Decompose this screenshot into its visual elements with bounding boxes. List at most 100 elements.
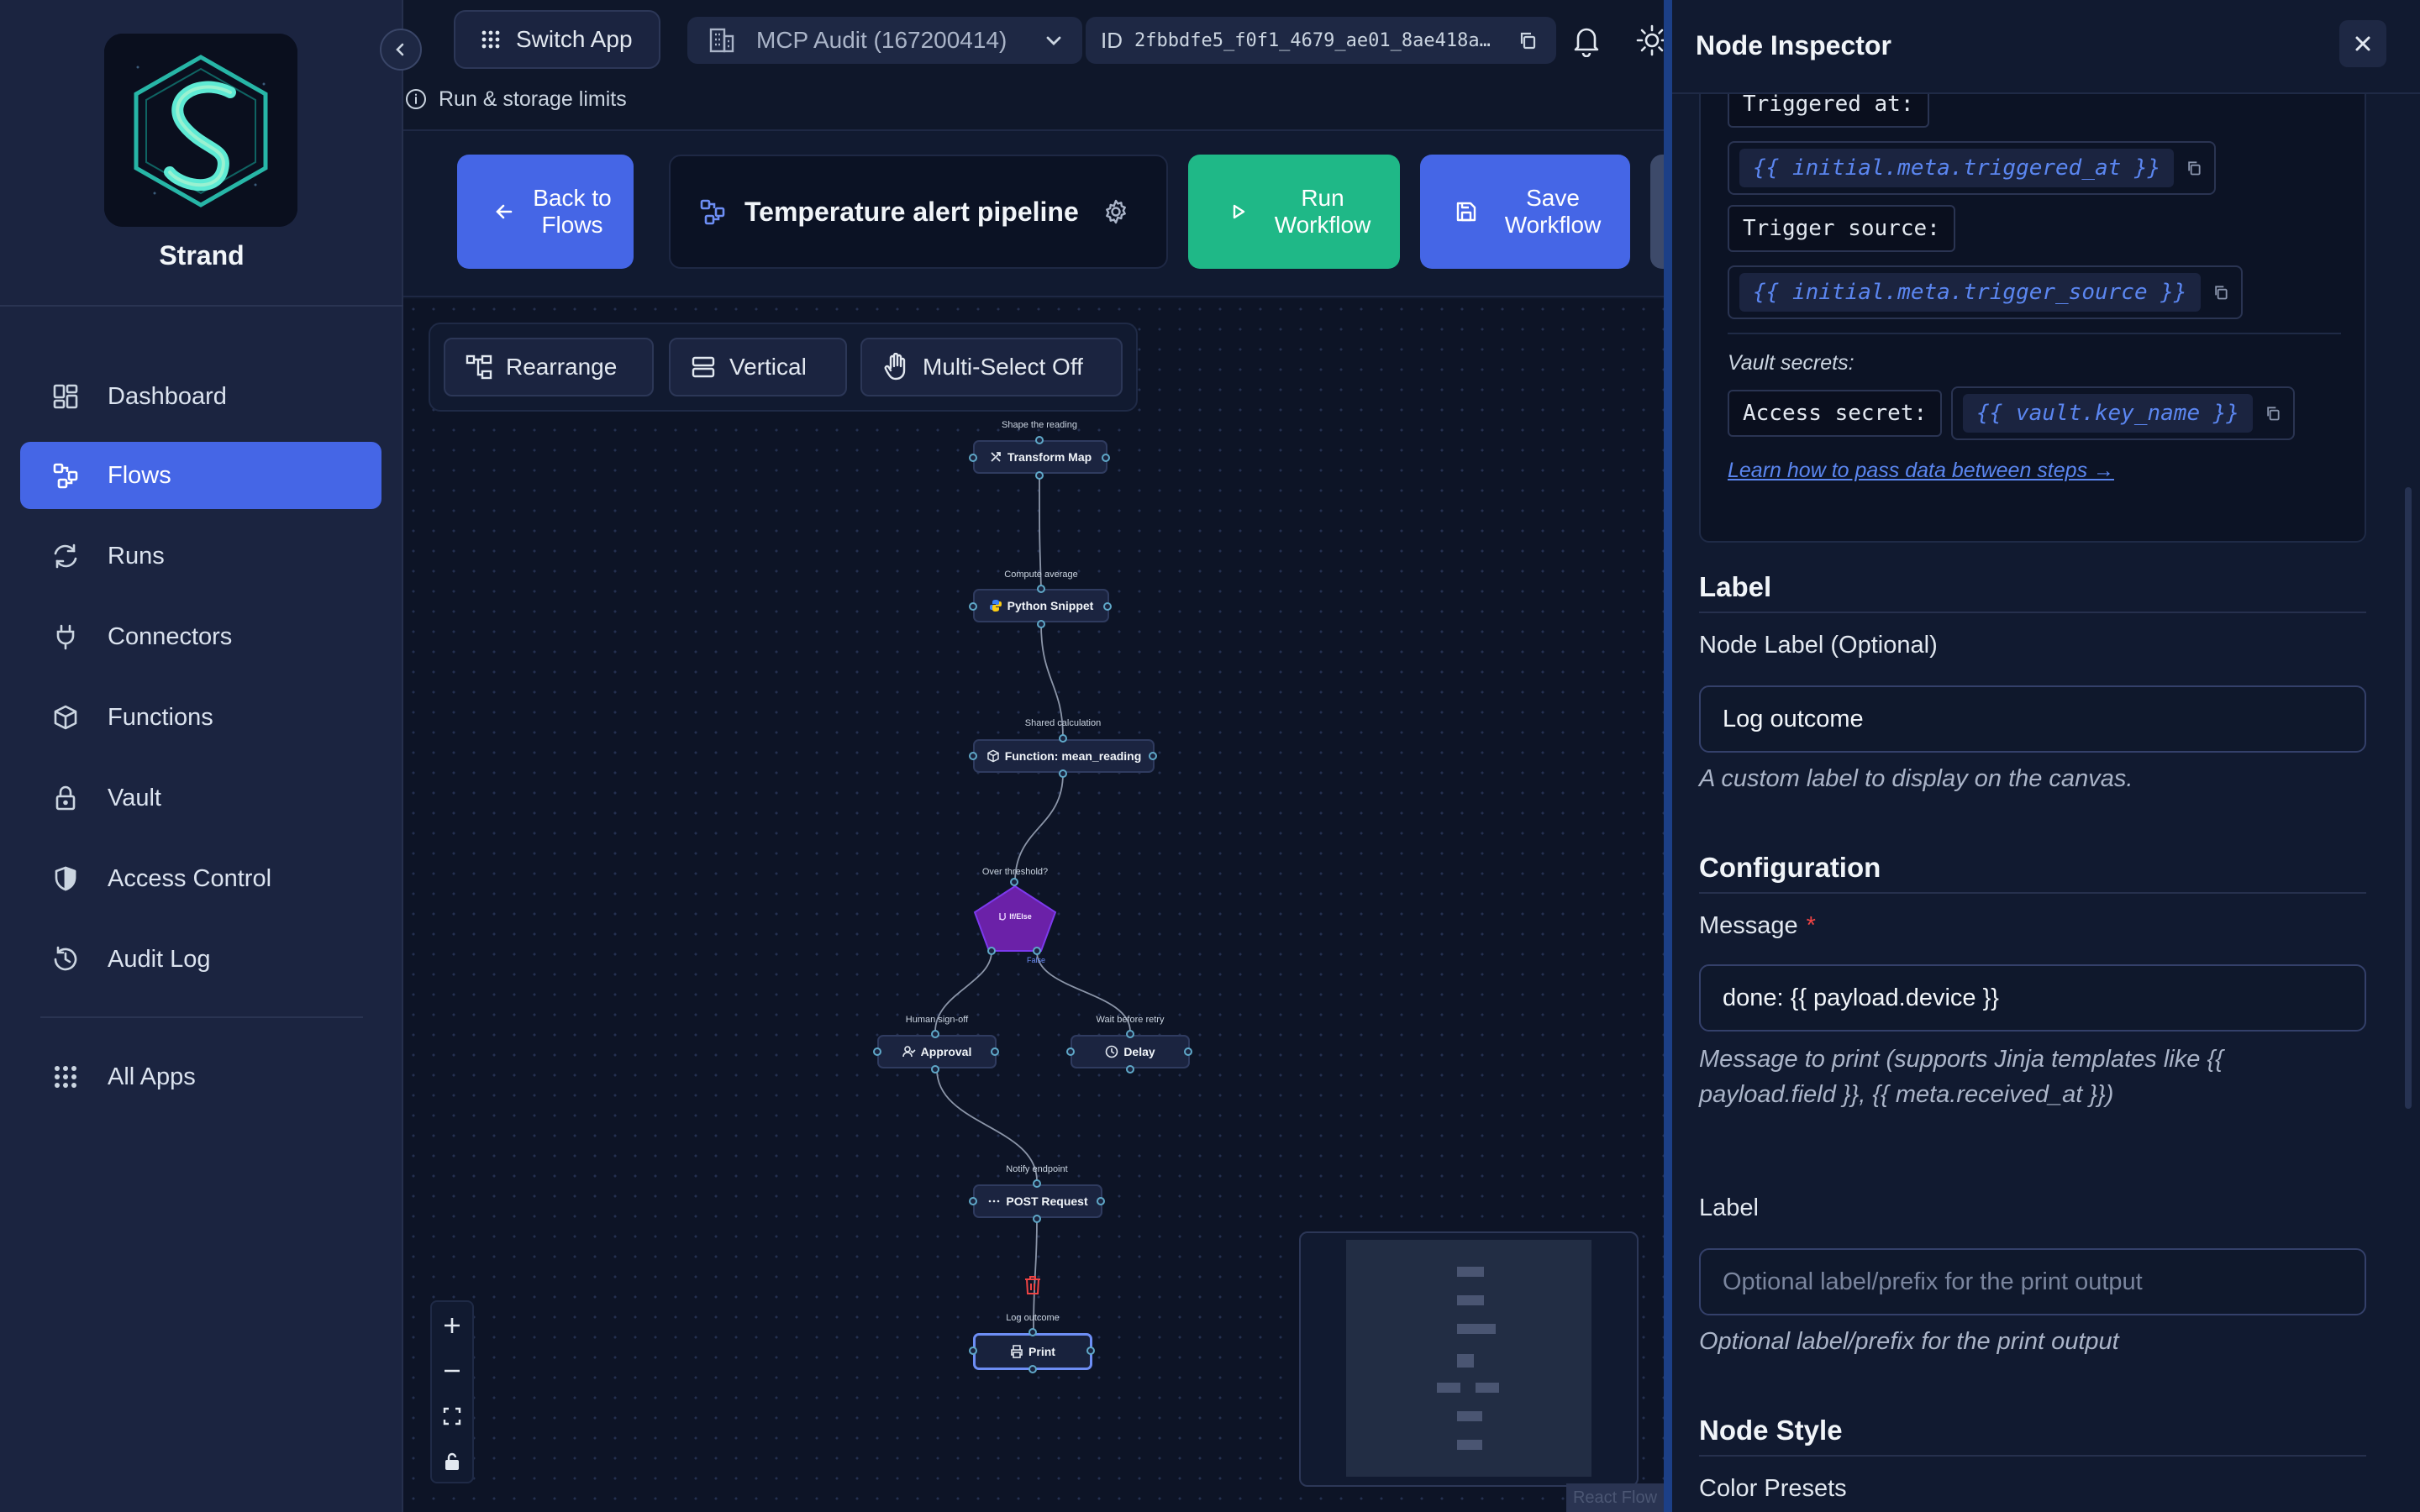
node-port[interactable] [1059,734,1067,743]
plus-icon [445,1318,460,1333]
node-approval[interactable]: Approval [877,1035,997,1068]
node-port[interactable] [969,602,977,611]
vertical-layout-button[interactable]: Vertical [669,338,847,396]
node-label: Approval [920,1045,972,1058]
rows-icon [691,354,716,380]
node-port[interactable] [969,454,977,462]
node-port[interactable] [969,1197,977,1205]
section-divider [1699,892,2366,894]
inspector-scrollbar[interactable] [2405,487,2412,1109]
close-inspector-button[interactable] [2339,20,2386,67]
node-port[interactable] [1033,1179,1041,1188]
node-label-input[interactable]: Log outcome [1699,685,2366,753]
node-port[interactable] [1149,752,1157,760]
copy-icon[interactable] [2186,160,2202,176]
node-port[interactable] [969,1347,977,1355]
node-port[interactable] [1035,471,1044,480]
node-port[interactable] [931,1065,939,1074]
react-flow-attribution[interactable]: React Flow [1566,1483,1664,1512]
node-port[interactable] [991,1047,999,1056]
minimap-node [1457,1295,1484,1305]
trigger-source-template: {{ initial.meta.trigger_source }} [1728,265,2243,319]
fit-view-button[interactable] [430,1394,474,1438]
configuration-section-title: Configuration [1699,852,1881,883]
user-check-icon [902,1045,916,1058]
section-divider [1699,1455,2366,1457]
minimap-node [1437,1383,1460,1393]
node-port[interactable] [1097,1197,1105,1205]
node-label-help: A custom label to display on the canvas. [1699,765,2133,792]
node-port[interactable] [1037,585,1045,593]
multi-select-toggle[interactable]: Multi-Select Off [860,338,1123,396]
node-delay[interactable]: Delay [1071,1035,1190,1068]
node-caption: Log outcome [1006,1313,1060,1323]
more-dots-icon [987,1194,1001,1208]
minimap-node [1476,1383,1499,1393]
node-label: Print [1028,1345,1055,1358]
node-port[interactable] [1103,602,1112,611]
copy-icon[interactable] [2265,405,2281,422]
node-label: Transform Map [1007,450,1092,464]
node-port[interactable] [1086,1347,1095,1355]
print-label-input[interactable]: Optional label/prefix for the print outp… [1699,1248,2366,1315]
section-divider [1699,612,2366,613]
node-caption: Human sign-off [905,1015,969,1025]
minus-icon [445,1369,460,1373]
node-python-snippet[interactable]: Python Snippet [973,589,1109,622]
zoom-out-button[interactable] [430,1349,474,1393]
minimap-node [1457,1411,1482,1421]
node-port[interactable] [1059,769,1067,778]
rearrange-label: Rearrange [506,354,618,380]
branch-icon [998,912,1007,921]
node-transform-map[interactable]: Transform Map [973,440,1107,474]
node-port[interactable] [931,1030,939,1038]
node-port[interactable] [1033,1215,1041,1223]
layout-icon [466,354,492,380]
clock-icon [1105,1045,1118,1058]
close-icon [2355,36,2370,51]
zoom-in-button[interactable] [430,1304,474,1347]
trigger-source-chip: Trigger source: [1728,205,1955,252]
vertical-label: Vertical [729,354,807,380]
cube-icon [986,749,1000,763]
message-input[interactable]: done: {{ payload.device }} [1699,964,2366,1032]
node-port[interactable] [1102,454,1110,462]
node-label: Function: mean_reading [1004,749,1142,763]
node-port[interactable] [1037,620,1045,628]
minimap-node [1457,1440,1482,1450]
multi-select-label: Multi-Select Off [923,354,1083,380]
node-port[interactable] [1010,878,1018,886]
python-icon [989,599,1002,612]
node-label-field-label: Node Label (Optional) [1699,632,1938,659]
unlock-icon [445,1452,459,1470]
transform-icon [989,450,1002,464]
node-port-true[interactable] [987,947,996,955]
rearrange-button[interactable]: Rearrange [444,338,654,396]
node-port-false[interactable] [1033,947,1041,955]
node-port[interactable] [969,752,977,760]
copy-icon[interactable] [2212,284,2229,301]
inspector-title: Node Inspector [1696,30,1891,60]
node-port[interactable] [1035,436,1044,444]
node-port[interactable] [1028,1328,1037,1336]
node-function-mean-reading[interactable]: Function: mean_reading [973,739,1155,773]
required-marker: * [1806,912,1816,939]
node-port[interactable] [1028,1365,1037,1373]
lock-canvas-button[interactable] [430,1440,474,1483]
node-port[interactable] [873,1047,881,1056]
access-secret-template: {{ vault.key_name }} [1951,386,2296,440]
node-if-else[interactable]: If/Else [972,912,1058,921]
node-caption: Wait before retry [1096,1015,1165,1025]
node-port[interactable] [1126,1065,1134,1074]
node-label: Python Snippet [1007,599,1094,612]
node-port[interactable] [1184,1047,1192,1056]
node-port[interactable] [1126,1030,1134,1038]
node-caption: Shared calculation [1024,718,1102,728]
trigger-source-value: {{ initial.meta.trigger_source }} [1739,273,2201,312]
node-port[interactable] [1066,1047,1075,1056]
access-secret-chip: Access secret: [1728,390,1943,437]
node-post-request[interactable]: POST Request [973,1184,1102,1218]
trash-icon[interactable] [1023,1275,1042,1295]
learn-pass-data-link[interactable]: Learn how to pass data between steps → [1728,459,2114,483]
branch-false-label: False [1027,956,1046,964]
